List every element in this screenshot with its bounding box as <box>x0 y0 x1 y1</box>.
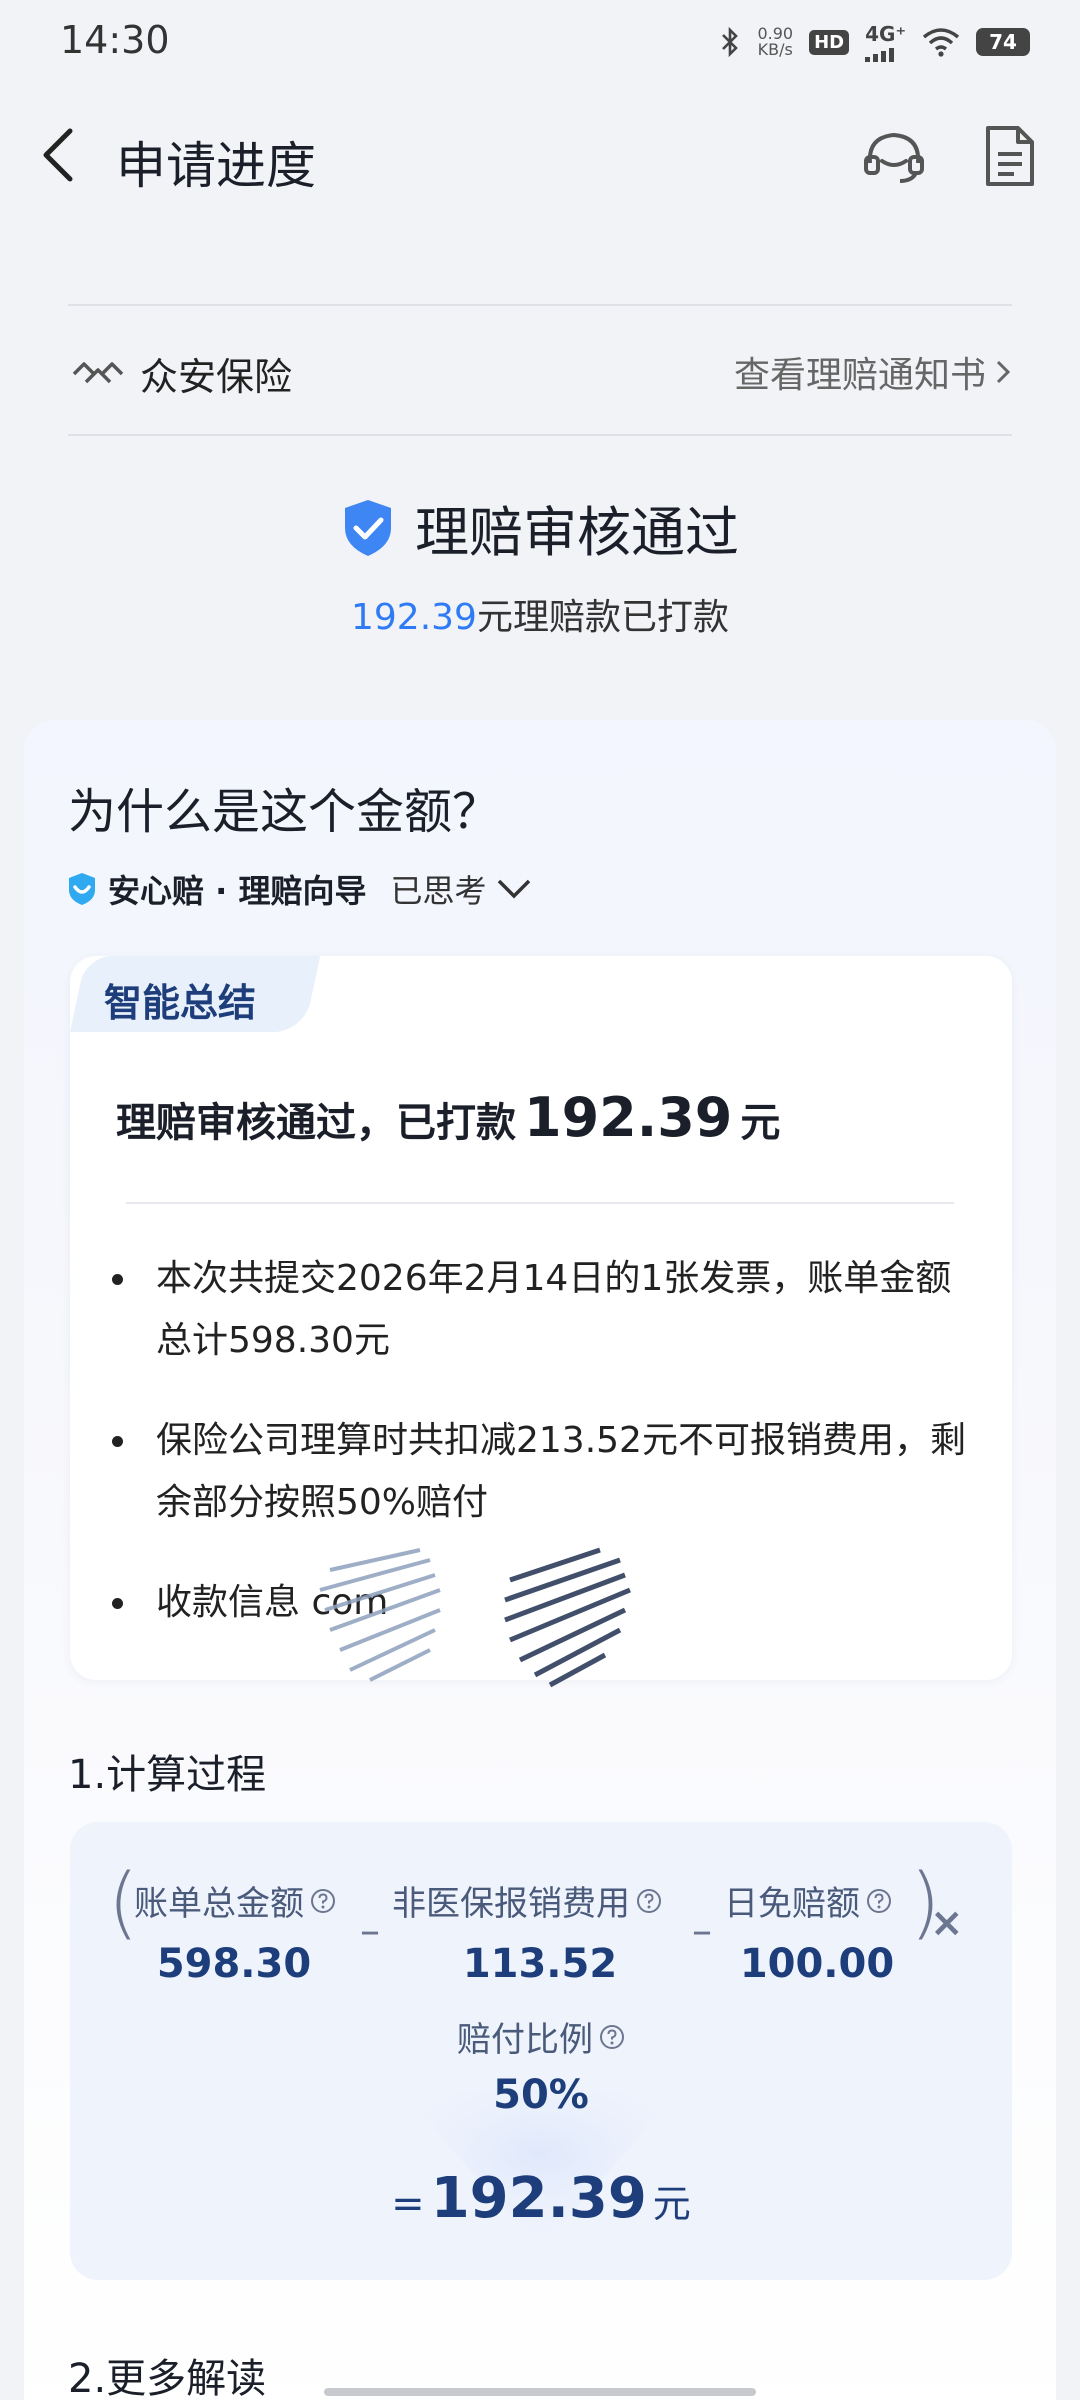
status-icons: 0.90 KB/s HD 4G⁺ 74 <box>719 22 1030 62</box>
result-value: 192.39 <box>430 2166 647 2231</box>
more-section-title: 2.更多解读 <box>68 2356 267 2400</box>
bullet-dot <box>112 1598 123 1609</box>
bluetooth-icon <box>722 26 739 58</box>
back-icon[interactable] <box>38 125 78 185</box>
help-icon[interactable] <box>599 2024 625 2050</box>
home-indicator[interactable] <box>324 2388 756 2396</box>
document-icon[interactable] <box>982 124 1038 188</box>
equals-op: = <box>391 2181 425 2227</box>
status-time: 14:30 <box>60 18 170 62</box>
summary-headline-unit: 元 <box>740 1100 781 1146</box>
net-speed-unit: KB/s <box>757 40 793 59</box>
summary-divider <box>126 1202 954 1204</box>
ratio-value: 50% <box>493 2072 589 2118</box>
hd-badge: HD <box>809 29 850 55</box>
term-value: 113.52 <box>462 1941 618 1987</box>
guide-brand: 安心赔 · 理赔向导 <box>108 872 367 910</box>
chevron-down-icon <box>498 879 531 899</box>
times-op: × <box>930 1900 964 1946</box>
term-label: 赔付比例 <box>457 2012 625 2061</box>
help-icon[interactable] <box>866 1888 892 1914</box>
summary-headline: 理赔审核通过，已打款 192.39 元 <box>116 1086 780 1149</box>
wifi-icon <box>922 28 960 57</box>
redaction-scribble <box>319 1547 631 1688</box>
insurer-name: 众安保险 <box>140 355 293 399</box>
term-label-text: 非医保报销费用 <box>392 1884 630 1924</box>
term-label-text: 日免赔额 <box>724 1884 860 1924</box>
minus-op: – <box>360 1908 380 1954</box>
term-value: 598.30 <box>156 1941 312 1987</box>
guide-shield-icon <box>69 873 95 905</box>
signal-icon <box>865 48 895 62</box>
result-unit: 元 <box>652 2182 691 2226</box>
term-bill-total: 账单总金额 598.30 <box>134 1876 364 1987</box>
page-title: 申请进度 <box>116 137 316 195</box>
calc-result: = 192.39 元 <box>70 2166 1012 2231</box>
divider-top <box>68 304 1012 306</box>
customer-service-icon[interactable] <box>862 125 926 189</box>
summary-headline-amount: 192.39 <box>524 1086 733 1149</box>
term-label-text: 账单总金额 <box>134 1884 304 1924</box>
signal-group: 4G⁺ <box>865 22 906 62</box>
paid-line: 192.39元理赔款已打款 <box>0 588 1080 640</box>
calc-section-title: 1.计算过程 <box>68 1752 267 1798</box>
term-label-text: 赔付比例 <box>457 2020 593 2060</box>
claim-guide-toggle[interactable]: 安心赔 · 理赔向导 已思考 <box>66 866 532 912</box>
term-label: 账单总金额 <box>134 1876 364 1925</box>
bullet-dot <box>112 1436 123 1447</box>
help-icon[interactable] <box>636 1888 662 1914</box>
approval-title: 理赔审核通过 <box>415 501 739 564</box>
term-value: 100.00 <box>739 1941 895 1987</box>
approval-status: 理赔审核通过 <box>0 488 1080 567</box>
network-type: 4G⁺ <box>865 22 906 46</box>
divider-bottom <box>68 434 1012 436</box>
notice-link-label: 查看理赔通知书 <box>733 355 986 396</box>
term-label: 非医保报销费用 <box>392 1876 692 1925</box>
term-label: 日免赔额 <box>724 1876 934 1925</box>
help-icon[interactable] <box>310 1888 336 1914</box>
guide-state: 已思考 <box>390 872 487 910</box>
summary-bullet: 本次共提交2026年2月14日的1张发票，账单金额总计598.30元 <box>112 1248 972 1372</box>
term-daily-deductible: 日免赔额 100.00 <box>724 1876 934 1987</box>
summary-tab-label: 智能总结 <box>104 981 257 1025</box>
chevron-right-icon <box>996 360 1011 384</box>
insurer-logo-icon <box>72 362 124 384</box>
summary-bullet-text: 保险公司理算时共扣减213.52元不可报销费用，剩余部分按照50%赔付 <box>156 1420 966 1523</box>
minus-op: – <box>692 1908 712 1954</box>
term-non-insurance: 非医保报销费用 113.52 <box>392 1876 692 1987</box>
paid-text: 元理赔款已打款 <box>476 597 729 638</box>
summary-headline-text: 理赔审核通过，已打款 <box>116 1100 516 1146</box>
summary-bullet-text: 本次共提交2026年2月14日的1张发票，账单金额总计598.30元 <box>156 1258 952 1361</box>
paid-amount: 192.39 <box>351 597 477 638</box>
bullet-dot <box>112 1274 123 1285</box>
shield-check-icon <box>345 499 391 556</box>
term-ratio: 赔付比例 <box>70 2012 1012 2061</box>
net-speed: 0.90 KB/s <box>757 26 793 58</box>
view-claim-notice-link[interactable]: 查看理赔通知书 <box>734 346 1012 398</box>
explain-title: 为什么是这个金额？ <box>68 784 501 840</box>
battery-icon: 74 <box>976 28 1030 56</box>
summary-bullet: 保险公司理算时共扣减213.52元不可报销费用，剩余部分按照50%赔付 <box>112 1410 972 1534</box>
